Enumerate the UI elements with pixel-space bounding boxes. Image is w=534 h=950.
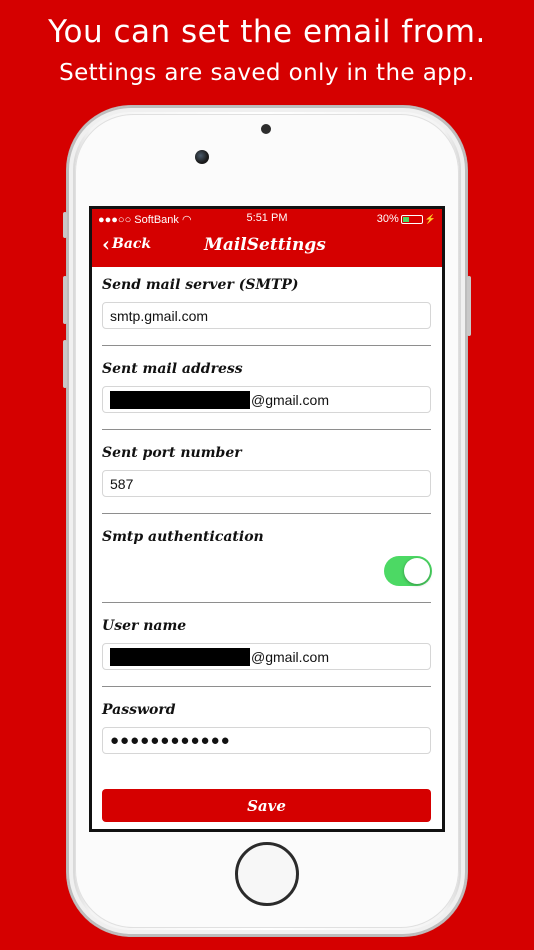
volume-up-button xyxy=(63,276,67,324)
status-bar: ●●●○○ SoftBank ◠ 5:51 PM 30% ⚡ xyxy=(92,209,442,229)
divider xyxy=(102,513,431,514)
divider xyxy=(102,686,431,687)
mail-address-input[interactable]: @gmail.com xyxy=(102,386,431,413)
toggle-knob xyxy=(404,558,430,584)
password-label: Password xyxy=(102,702,176,718)
password-value: ●●●●●●●●●●●● xyxy=(110,732,231,749)
username-label: User name xyxy=(102,618,187,634)
username-value: @gmail.com xyxy=(251,648,330,665)
back-label: Back xyxy=(112,236,152,252)
port-label: Sent port number xyxy=(102,445,242,461)
app-view: ●●●○○ SoftBank ◠ 5:51 PM 30% ⚡ ‹ Back Ma… xyxy=(92,209,442,829)
page-title: MailSettings xyxy=(204,235,326,255)
mute-switch xyxy=(63,212,67,238)
smtp-label: Send mail server (SMTP) xyxy=(102,277,299,293)
speaker-icon xyxy=(261,124,271,134)
username-input[interactable]: @gmail.com xyxy=(102,643,431,670)
battery-status: 30% ⚡ xyxy=(376,213,436,225)
home-button[interactable] xyxy=(235,842,299,906)
back-button[interactable]: ‹ Back xyxy=(102,232,152,256)
redaction-bar xyxy=(110,390,250,409)
camera-icon xyxy=(195,150,209,164)
divider xyxy=(102,345,431,346)
smtp-server-input[interactable]: smtp.gmail.com xyxy=(102,302,431,329)
charging-icon: ⚡ xyxy=(424,213,436,224)
address-label: Sent mail address xyxy=(102,361,243,377)
mail-address-value: @gmail.com xyxy=(251,391,330,408)
phone-screen: ●●●○○ SoftBank ◠ 5:51 PM 30% ⚡ ‹ Back Ma… xyxy=(89,206,445,832)
save-button[interactable]: Save xyxy=(102,789,431,822)
redaction-bar xyxy=(110,647,250,666)
divider xyxy=(102,602,431,603)
headline-line-1: You can set the email from. xyxy=(48,14,486,50)
auth-label: Smtp authentication xyxy=(102,529,264,545)
power-button xyxy=(467,276,471,336)
battery-icon xyxy=(400,214,423,224)
volume-down-button xyxy=(63,340,67,388)
port-number-value: 587 xyxy=(110,475,134,492)
smtp-auth-toggle[interactable] xyxy=(384,556,432,586)
divider xyxy=(102,429,431,430)
headline-line-2: Settings are saved only in the app. xyxy=(59,60,475,86)
chevron-left-icon: ‹ xyxy=(102,232,110,256)
navigation-bar: ●●●○○ SoftBank ◠ 5:51 PM 30% ⚡ ‹ Back Ma… xyxy=(92,209,442,267)
smtp-server-value: smtp.gmail.com xyxy=(110,307,209,324)
password-input[interactable]: ●●●●●●●●●●●● xyxy=(102,727,431,754)
port-number-input[interactable]: 587 xyxy=(102,470,431,497)
